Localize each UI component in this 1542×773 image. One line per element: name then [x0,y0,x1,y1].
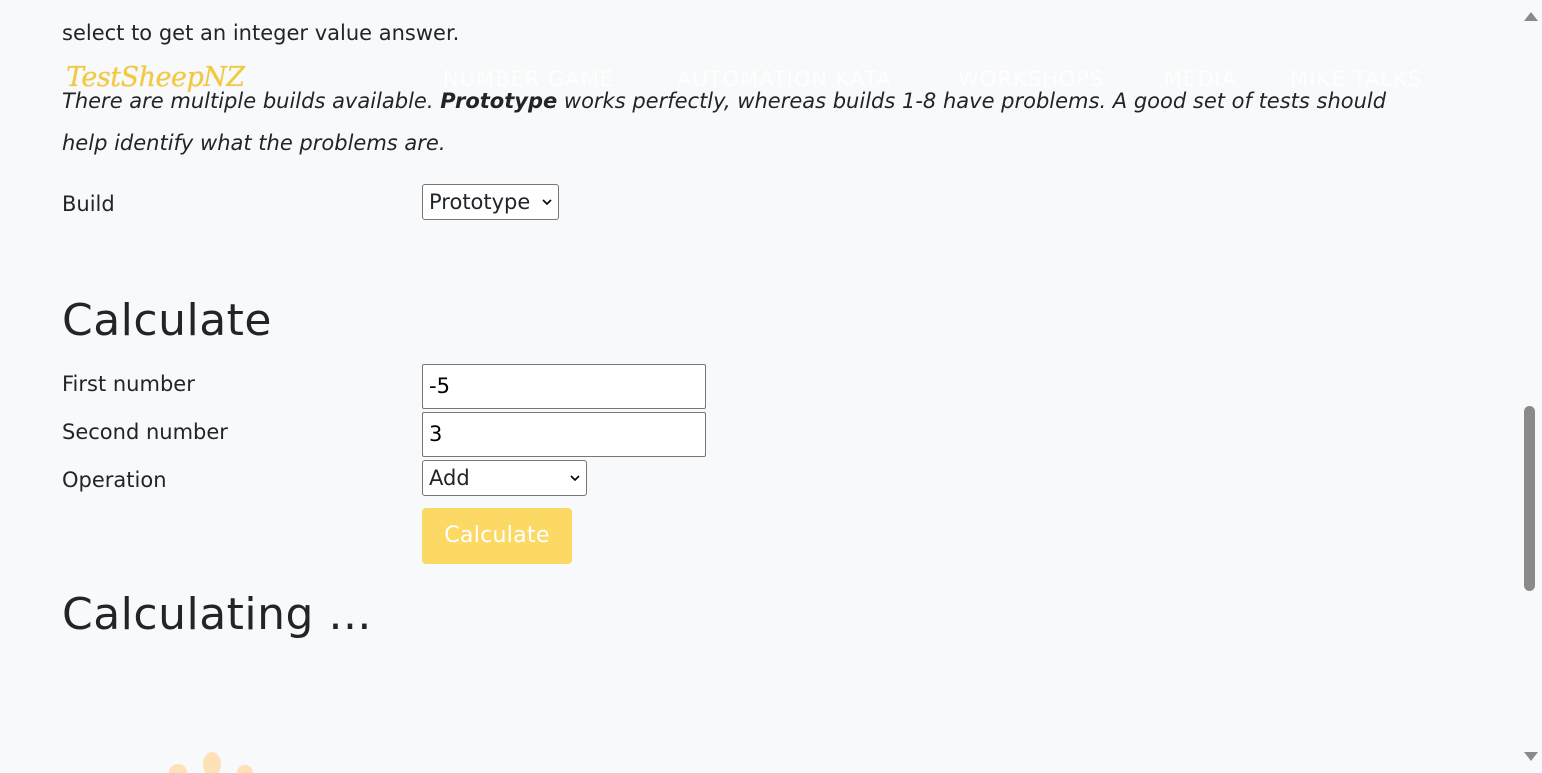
scrollbar-thumb[interactable] [1524,406,1535,591]
navbar: TestSheepNZ NUMBER GAME AUTOMATION KATA … [0,56,1518,102]
nav-link-automation-kata[interactable]: AUTOMATION KATA [677,66,892,92]
brand-logo[interactable]: TestSheepNZ [66,60,245,96]
second-number-label: Second number [62,420,228,444]
first-number-input[interactable]: -5 [422,364,706,409]
operation-label: Operation [62,468,167,492]
chevron-down-icon [570,475,580,482]
page: select to get an integer value answer. T… [0,0,1542,773]
chevron-down-icon [542,199,552,206]
nav-link-mike-talks[interactable]: MIKE TALKS [1290,66,1422,92]
first-number-label: First number [62,372,195,396]
nav-link-number-game[interactable]: NUMBER GAME [443,66,614,92]
calculate-heading: Calculate [62,295,272,346]
operation-select[interactable]: Add [422,460,587,496]
nav-link-workshops[interactable]: WORKSHOPS [958,66,1104,92]
scroll-down-icon[interactable] [1524,752,1538,761]
result-heading: Calculating ... [62,589,372,640]
build-label: Build [62,192,115,216]
calculate-button[interactable]: Calculate [422,508,572,564]
scroll-up-icon[interactable] [1524,12,1538,21]
sheep-illustration [169,752,253,773]
nav-link-media[interactable]: MEDIA [1164,66,1237,92]
operation-select-value: Add [429,466,470,490]
vertical-scrollbar[interactable] [1518,0,1542,773]
intro-text: select to get an integer value answer. [62,21,460,45]
second-number-input[interactable]: 3 [422,412,706,457]
build-select[interactable]: Prototype [422,184,559,220]
build-select-value: Prototype [429,190,531,214]
